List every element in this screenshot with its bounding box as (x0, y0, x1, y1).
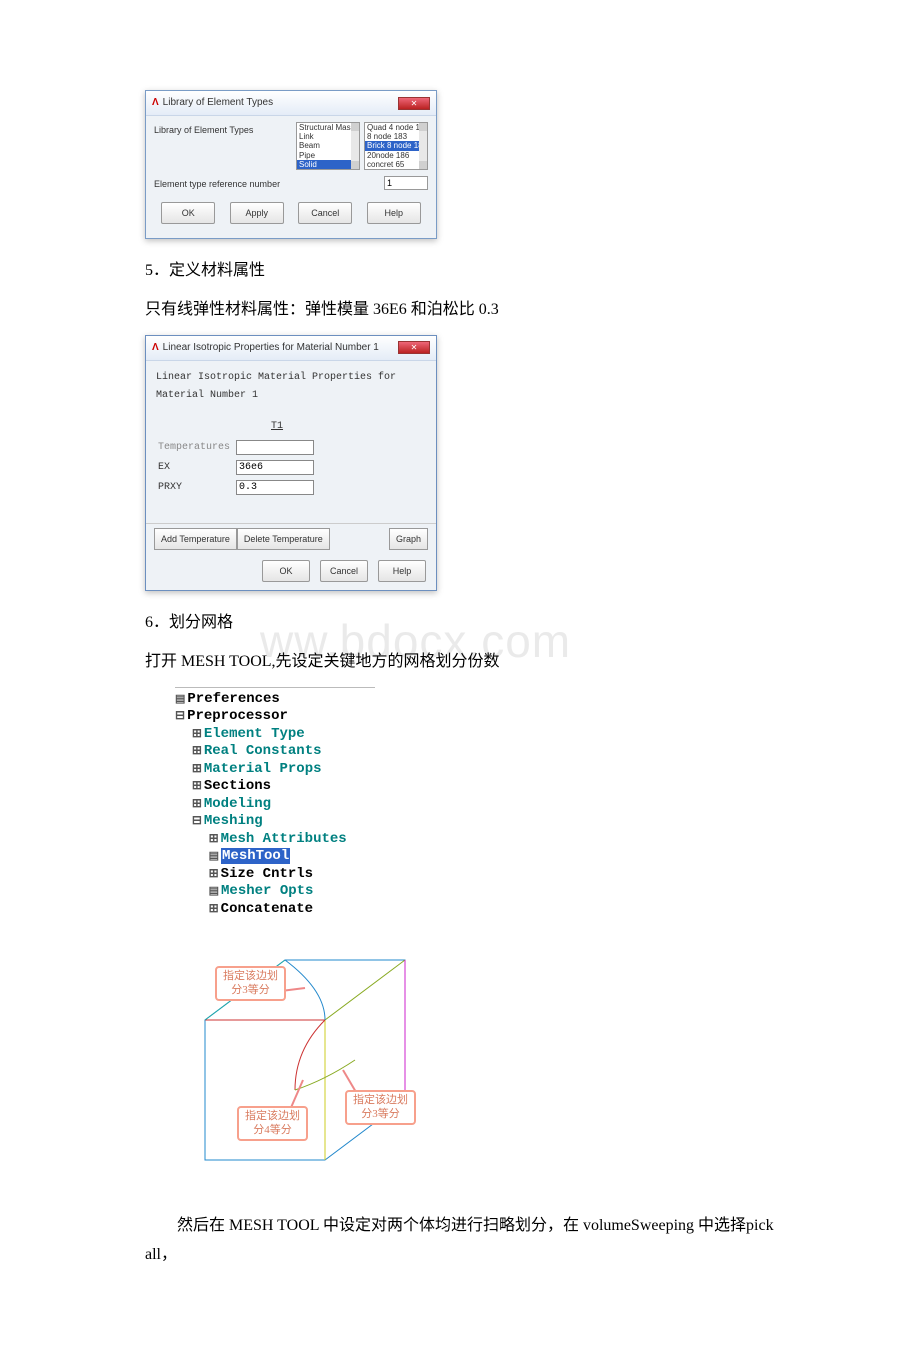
para-after-figure: 然后在 MESH TOOL 中设定对两个体均进行扫略划分，在 volumeSwe… (145, 1212, 775, 1270)
collapse-icon[interactable] (175, 708, 187, 724)
tree-preferences[interactable]: Preferences (187, 691, 279, 707)
apply-button[interactable]: Apply (230, 202, 284, 224)
tree-modeling[interactable]: Modeling (204, 796, 271, 812)
material-prop-table: T1 Temperatures EX PRXY (156, 415, 320, 499)
tree-sections[interactable]: Sections (204, 778, 271, 794)
expand-icon[interactable] (192, 761, 204, 777)
expand-icon[interactable] (192, 743, 204, 759)
row-prxy: PRXY (158, 479, 234, 497)
section-5-body: 只有线弹性材料属性：弹性模量 36E6 和泊松比 0.3 (145, 296, 775, 325)
library-element-types-dialog: Λ Library of Element Types ✕ Library of E… (145, 90, 437, 239)
expand-icon[interactable] (192, 778, 204, 794)
dialog-titlebar: Λ Linear Isotropic Properties for Materia… (146, 336, 436, 361)
callout-edge-3a: 指定该边划分3等分 (215, 966, 286, 1000)
refnum-label: Element type reference number (154, 176, 384, 192)
row-ex: EX (158, 459, 234, 477)
dialog-titlebar: Λ Library of Element Types ✕ (146, 91, 436, 116)
tree-mesh-attributes[interactable]: Mesh Attributes (221, 831, 347, 847)
section-6-heading: 6．划分网格 (145, 609, 775, 638)
element-category-listbox[interactable]: Structural Mass Link Beam Pipe Solid She… (296, 122, 360, 170)
cancel-button[interactable]: Cancel (320, 560, 368, 582)
expand-icon[interactable] (209, 866, 221, 882)
ex-input[interactable] (236, 460, 314, 475)
element-type-listbox[interactable]: Quad 4 node 182 8 node 183 Brick 8 node … (364, 122, 428, 170)
callout-edge-4: 指定该边划分4等分 (237, 1106, 308, 1140)
tree-preprocessor[interactable]: Preprocessor (187, 708, 288, 724)
scrollbar[interactable] (351, 123, 359, 169)
expand-icon[interactable] (209, 831, 221, 847)
refnum-input[interactable] (384, 176, 428, 190)
tree-size-cntrls[interactable]: Size Cntrls (221, 866, 313, 882)
dialog1-title: Library of Element Types (163, 97, 273, 108)
col-t1: T1 (236, 417, 318, 437)
dialog2-subtitle: Linear Isotropic Material Properties for… (156, 369, 426, 405)
temperature-input[interactable] (236, 440, 314, 455)
linear-isotropic-dialog: Λ Linear Isotropic Properties for Materia… (145, 335, 437, 591)
expand-icon[interactable] (192, 796, 204, 812)
delete-temperature-button[interactable]: Delete Temperature (237, 528, 330, 550)
page-icon (175, 691, 187, 707)
prxy-input[interactable] (236, 480, 314, 495)
section-6-body: 打开 MESH TOOL,先设定关键地方的网格划分份数 (145, 648, 775, 677)
page-icon (209, 883, 221, 899)
library-label: Library of Element Types (154, 122, 292, 138)
wireframe-figure: 指定该边划分3等分 指定该边划分4等分 指定该边划分3等分 (175, 930, 435, 1194)
row-temperatures: Temperatures (158, 439, 234, 457)
expand-icon[interactable] (209, 901, 221, 917)
expand-icon[interactable] (192, 726, 204, 742)
callout-edge-3b: 指定该边划分3等分 (345, 1090, 416, 1124)
close-icon[interactable]: ✕ (398, 97, 430, 110)
collapse-icon[interactable] (192, 813, 204, 829)
tree-mesher-opts[interactable]: Mesher Opts (221, 883, 313, 899)
tree-meshing[interactable]: Meshing (204, 813, 263, 829)
ok-button[interactable]: OK (161, 202, 215, 224)
lambda-icon: Λ (152, 97, 159, 108)
help-button[interactable]: Help (378, 560, 426, 582)
tree-material-props[interactable]: Material Props (204, 761, 322, 777)
ansys-tree: Preferences Preprocessor Element Type Re… (175, 687, 775, 919)
section-5-heading: 5．定义材料属性 (145, 257, 775, 286)
close-icon[interactable]: ✕ (398, 341, 430, 354)
cancel-button[interactable]: Cancel (298, 202, 352, 224)
tree-element-type[interactable]: Element Type (204, 726, 305, 742)
tree-real-constants[interactable]: Real Constants (204, 743, 322, 759)
page-icon (209, 848, 221, 864)
help-button[interactable]: Help (367, 202, 421, 224)
dialog2-title: Linear Isotropic Properties for Material… (163, 342, 379, 353)
lambda-icon: Λ (152, 342, 159, 353)
scrollbar[interactable] (419, 123, 427, 169)
ok-button[interactable]: OK (262, 560, 310, 582)
add-temperature-button[interactable]: Add Temperature (154, 528, 237, 550)
graph-button[interactable]: Graph (389, 528, 428, 550)
tree-meshtool[interactable]: MeshTool (221, 848, 290, 864)
tree-concatenate[interactable]: Concatenate (221, 901, 313, 917)
